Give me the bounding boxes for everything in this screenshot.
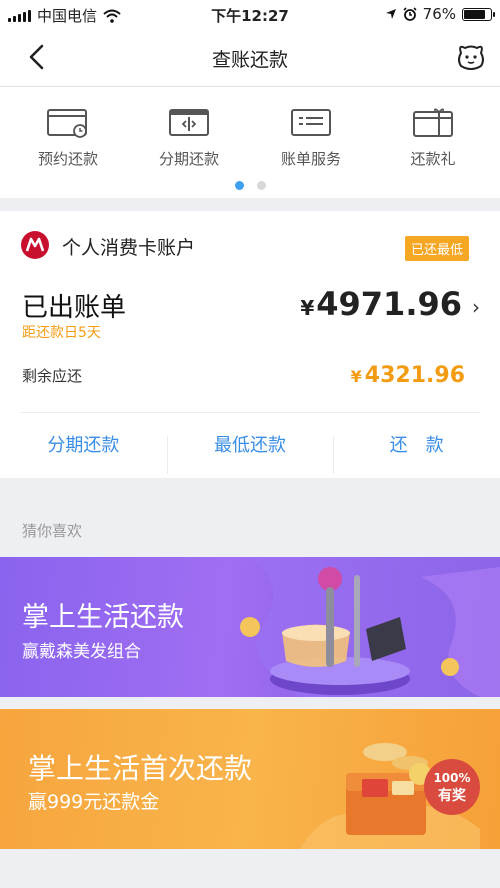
repay-actions: 分期还款 最低还款 还 款 [0, 413, 500, 478]
service-label: 还款礼 [410, 150, 456, 168]
service-label: 预约还款 [37, 150, 98, 168]
bill-amount[interactable]: ¥4971.96 [300, 285, 462, 323]
quick-services: 预约还款 分期还款 账单服务 还款礼 [0, 87, 500, 198]
banner-title: 掌上生活首次还款 [28, 752, 253, 785]
due-date-text: 距还款日5天 [22, 325, 101, 341]
account-name: 个人消费卡账户 [62, 237, 196, 259]
card-split-icon [169, 109, 209, 136]
promo-banner-dyson[interactable]: 掌上生活还款 赢戴森美发组合 [0, 557, 500, 697]
page-dot [256, 181, 266, 190]
page-title: 查账还款 [211, 49, 288, 71]
account-card: 个人消费卡账户 已还最低 已出账单 距还款日5天 ¥4971.96 › 剩余应还… [0, 211, 500, 478]
card-clock-icon [47, 109, 87, 138]
banner-title: 掌上生活还款 [22, 602, 184, 633]
battery-percent: 76% [422, 5, 456, 23]
service-repay-gift[interactable]: 还款礼 [378, 107, 488, 169]
chevron-right-icon[interactable]: › [472, 295, 480, 319]
service-appointment-repay[interactable]: 预约还款 [13, 107, 123, 169]
promo-banner-first-repay[interactable]: 掌上生活首次还款 赢999元还款金 100% 有奖 [0, 709, 500, 849]
location-icon [385, 9, 396, 19]
bill-card-icon [291, 109, 331, 136]
service-bill[interactable]: 账单服务 [256, 107, 366, 169]
banner-subtitle: 赢戴森美发组合 [22, 642, 141, 662]
section-header: 猜你喜欢 [22, 522, 83, 540]
page-indicator [0, 181, 500, 190]
status-bar: 中国电信 下午12:27 76% [0, 0, 500, 28]
banner-subtitle: 赢999元还款金 [28, 791, 160, 813]
service-label: 账单服务 [280, 150, 341, 168]
alarm-icon [403, 7, 417, 21]
repay-button[interactable]: 还 款 [333, 413, 500, 478]
award-badge: 100% 有奖 [424, 759, 480, 815]
remaining-label: 剩余应还 [22, 367, 83, 385]
status-badge: 已还最低 [404, 236, 469, 261]
bank-logo-icon [21, 231, 49, 259]
remaining-amount: ¥4321.96 [350, 363, 465, 388]
service-label: 分期还款 [158, 150, 219, 168]
mascot-service-icon[interactable] [454, 40, 488, 74]
installment-repay-button[interactable]: 分期还款 [0, 413, 167, 478]
minimum-repay-button[interactable]: 最低还款 [166, 413, 334, 478]
page-dot-active [234, 181, 244, 190]
bill-title[interactable]: 已出账单 [22, 287, 126, 324]
battery-icon [462, 7, 495, 21]
gift-card-icon [413, 108, 453, 137]
service-installment-repay[interactable]: 分期还款 [134, 107, 244, 169]
nav-bar: 查账还款 [0, 28, 500, 87]
